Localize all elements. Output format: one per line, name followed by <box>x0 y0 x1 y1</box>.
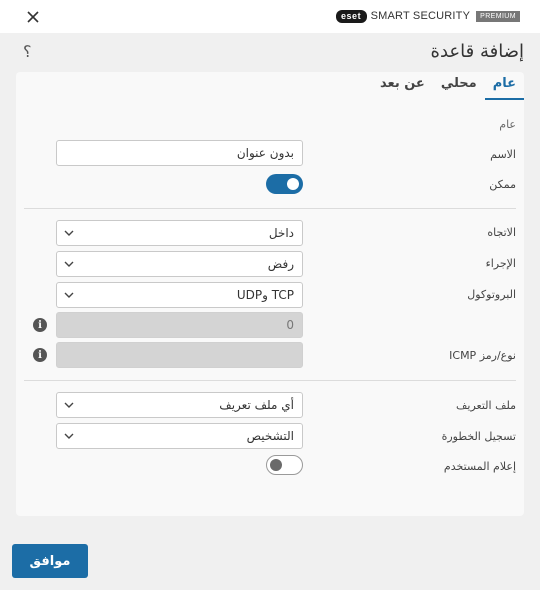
chevron-down-icon <box>64 261 74 267</box>
direction-label: الاتجاه <box>487 226 516 239</box>
severity-value: التشخيص <box>246 429 294 443</box>
page-title: إضافة قاعدة <box>430 41 524 62</box>
tab-general[interactable]: عام <box>484 72 524 100</box>
help-icon[interactable]: ؟ <box>23 42 32 62</box>
name-label: الاسم <box>490 148 516 161</box>
chevron-down-icon <box>64 292 74 298</box>
notify-toggle[interactable] <box>266 455 303 475</box>
chevron-down-icon <box>64 433 74 439</box>
protocol-select[interactable]: TCP وUDP <box>56 282 303 308</box>
toggle-knob <box>287 178 299 190</box>
profile-value: أي ملف تعريف <box>219 398 294 412</box>
info-icon[interactable]: i <box>33 348 47 362</box>
protocol-value: TCP وUDP <box>236 288 294 302</box>
action-select[interactable]: رفض <box>56 251 303 277</box>
divider <box>24 380 516 381</box>
direction-value: داخل <box>268 226 294 240</box>
chevron-down-icon <box>64 230 74 236</box>
rule-form-card: عام محلي عن بعد عام الاسم بدون عنوان ممك… <box>16 72 524 516</box>
product-name: SMART SECURITY <box>370 10 471 22</box>
icmp-label: نوع/رمز ICMP <box>449 349 516 362</box>
enabled-toggle[interactable] <box>266 174 303 194</box>
profile-select[interactable]: أي ملف تعريف <box>56 392 303 418</box>
info-icon[interactable]: i <box>33 318 47 332</box>
product-brand: eset SMART SECURITY PREMIUM <box>335 9 520 23</box>
close-icon[interactable] <box>22 6 44 28</box>
ok-button[interactable]: موافق <box>12 544 88 578</box>
divider <box>24 208 516 209</box>
edition-badge: PREMIUM <box>476 10 520 22</box>
action-value: رفض <box>267 257 294 271</box>
section-general-label: عام <box>499 118 516 131</box>
protocol-label: البروتوكول <box>467 288 516 301</box>
tab-bar: عام محلي عن بعد <box>372 72 524 100</box>
severity-select[interactable]: التشخيص <box>56 423 303 449</box>
enabled-label: ممكن <box>489 178 516 191</box>
eset-logo: eset <box>335 9 367 23</box>
title-bar: eset SMART SECURITY PREMIUM <box>0 0 540 33</box>
chevron-down-icon <box>64 402 74 408</box>
tab-remote[interactable]: عن بعد <box>372 72 433 100</box>
action-label: الإجراء <box>485 257 516 270</box>
severity-label: تسجيل الخطورة <box>441 430 516 443</box>
tab-local[interactable]: محلي <box>433 72 485 100</box>
protocol-number-input: 0 <box>56 312 303 338</box>
icmp-input <box>56 342 303 368</box>
toggle-knob <box>270 459 282 471</box>
notify-label: إعلام المستخدم <box>443 460 516 473</box>
name-input[interactable]: بدون عنوان <box>56 140 303 166</box>
profile-label: ملف التعريف <box>456 399 516 412</box>
direction-select[interactable]: داخل <box>56 220 303 246</box>
